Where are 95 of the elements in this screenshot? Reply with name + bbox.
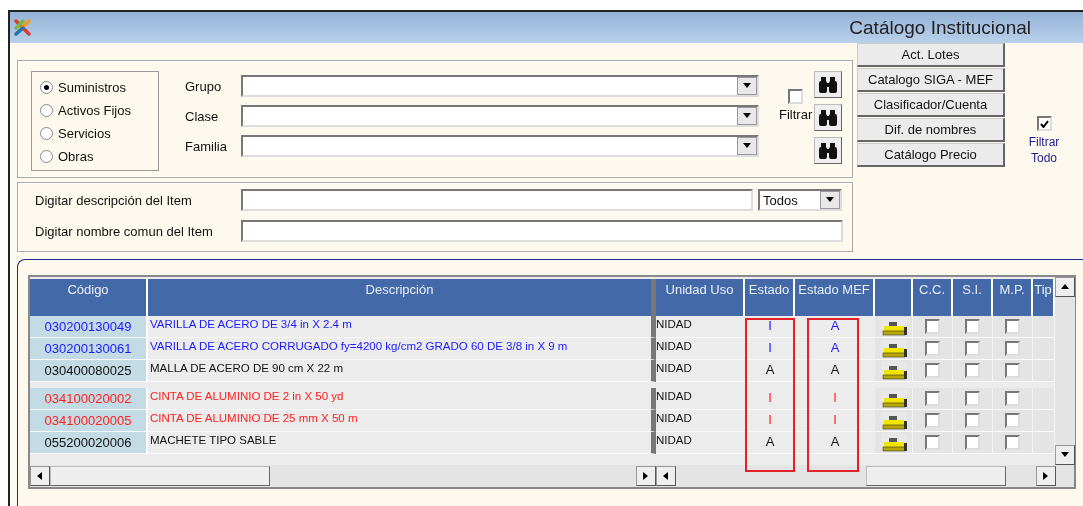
dropdown-field[interactable] [241,105,759,127]
checkbox[interactable] [965,341,980,356]
table-cell: VARILLA DE ACERO DE 3/4 in X 2.4 m [148,316,656,338]
field-label: Familia [185,138,228,154]
search-button[interactable] [814,104,843,131]
binoculars-icon [818,141,839,160]
dropdown-field[interactable]: Todos [758,189,842,211]
column-header[interactable]: C.C. [913,279,953,316]
field-label: Grupo [185,78,223,94]
checkbox[interactable] [965,391,980,406]
table-cell: I [745,410,795,432]
column-header[interactable]: Código [30,279,148,316]
checkbox[interactable] [925,341,940,356]
left-arrow-icon [35,471,45,481]
horizontal-scrollbar[interactable] [30,465,656,487]
table-cell: CINTA DE ALUMINIO DE 25 mm X 50 m [148,410,656,432]
table-cell: A [745,432,795,454]
vertical-scrollbar[interactable] [1055,277,1075,465]
table-cell: NIDAD [656,338,745,360]
column-header[interactable]: S.I. [953,279,993,316]
table-cell: 034100020005 [30,410,148,432]
checkbox[interactable] [1005,391,1020,406]
input-field[interactable] [241,189,753,211]
column-header[interactable]: Estado MEF [795,279,875,316]
table-cell: A [745,360,795,382]
left-arrow-icon [661,471,671,481]
checkbox[interactable] [925,435,940,450]
checkbox[interactable] [1036,116,1052,131]
table-cell: VARILLA DE ACERO CORRUGADO fy=4200 kg/cm2 GRADO 60 DE 3/8 in X 9 m [148,338,656,360]
table-cell: MALLA DE ACERO DE 90 cm X 22 m [148,360,656,382]
horizontal-scrollbar[interactable] [656,465,1056,487]
table-cell: 034100020002 [30,388,148,410]
search-button[interactable] [814,71,843,98]
action-button[interactable]: Dif. de nombres [857,118,1005,142]
column-header[interactable]: M.P. [993,279,1033,316]
checkbox[interactable] [1005,319,1020,334]
table-cell: CINTA DE ALUMINIO DE 2 in X 50 yd [148,388,656,410]
action-button[interactable]: Clasificador/Cuenta [857,93,1005,117]
action-button[interactable]: Catalogo SIGA - MEF [857,68,1005,92]
table-cell: I [745,316,795,338]
table-cell: NIDAD [656,410,745,432]
field-label: Digitar descripción del Item [35,192,193,208]
table-cell: 055200020006 [30,432,148,454]
radio-label: Activos Fijos [58,102,131,118]
dropdown-field[interactable] [241,135,759,157]
table-cell: MACHETE TIPO SABLE [148,432,656,454]
column-header[interactable]: Unidad Uso [656,279,745,316]
checkbox[interactable] [1005,341,1020,356]
checkbox[interactable] [925,319,940,334]
radio-button[interactable] [40,80,53,94]
radio-button[interactable] [40,149,53,163]
field-label: Clase [185,108,220,124]
action-button[interactable]: Act. Lotes [857,43,1005,67]
search-button[interactable] [814,137,843,164]
radio-button[interactable] [40,126,53,140]
checkbox[interactable] [965,363,980,378]
dropdown-field[interactable] [241,75,759,97]
radio-label: Obras [58,148,94,164]
table-cell: NIDAD [656,316,745,338]
column-header[interactable]: Estado [745,279,795,316]
radio-label: Servicios [58,125,111,141]
table-cell: I [745,338,795,360]
table-cell: 030200130049 [30,316,148,338]
column-header[interactable] [875,279,913,316]
checkbox[interactable] [788,89,804,104]
checkbox-label: Filtrar Todo [1027,135,1061,167]
column-header[interactable]: Descripción [148,279,656,316]
checkbox[interactable] [965,413,980,428]
checkbox[interactable] [1005,413,1020,428]
checkbox[interactable] [925,413,940,428]
input-field[interactable] [241,220,843,242]
column-header[interactable]: Tip [1033,279,1055,316]
action-button[interactable]: Catálogo Precio [857,143,1005,167]
checkbox[interactable] [925,363,940,378]
radio-button[interactable] [40,103,53,117]
table-cell: NIDAD [656,388,745,410]
table-cell: 030400080025 [30,360,148,382]
field-label: Digitar nombre comun del Item [35,223,214,239]
binoculars-icon [818,75,839,94]
checkbox[interactable] [1005,435,1020,450]
checkbox[interactable] [965,435,980,450]
radio-label: Suministros [58,79,126,95]
binoculars-icon [818,108,839,127]
check-icon [1039,119,1049,128]
checkbox-label: Filtrar [779,107,813,122]
table-cell: NIDAD [656,432,745,454]
table-cell: I [745,388,795,410]
checkbox[interactable] [965,319,980,334]
table-cell: NIDAD [656,360,745,382]
checkbox[interactable] [925,391,940,406]
table-cell: 030200130061 [30,338,148,360]
up-arrow-icon [1060,282,1070,292]
logo-icon [12,16,34,39]
window-title: Catálogo Institucional [849,16,1031,39]
checkbox[interactable] [1005,363,1020,378]
